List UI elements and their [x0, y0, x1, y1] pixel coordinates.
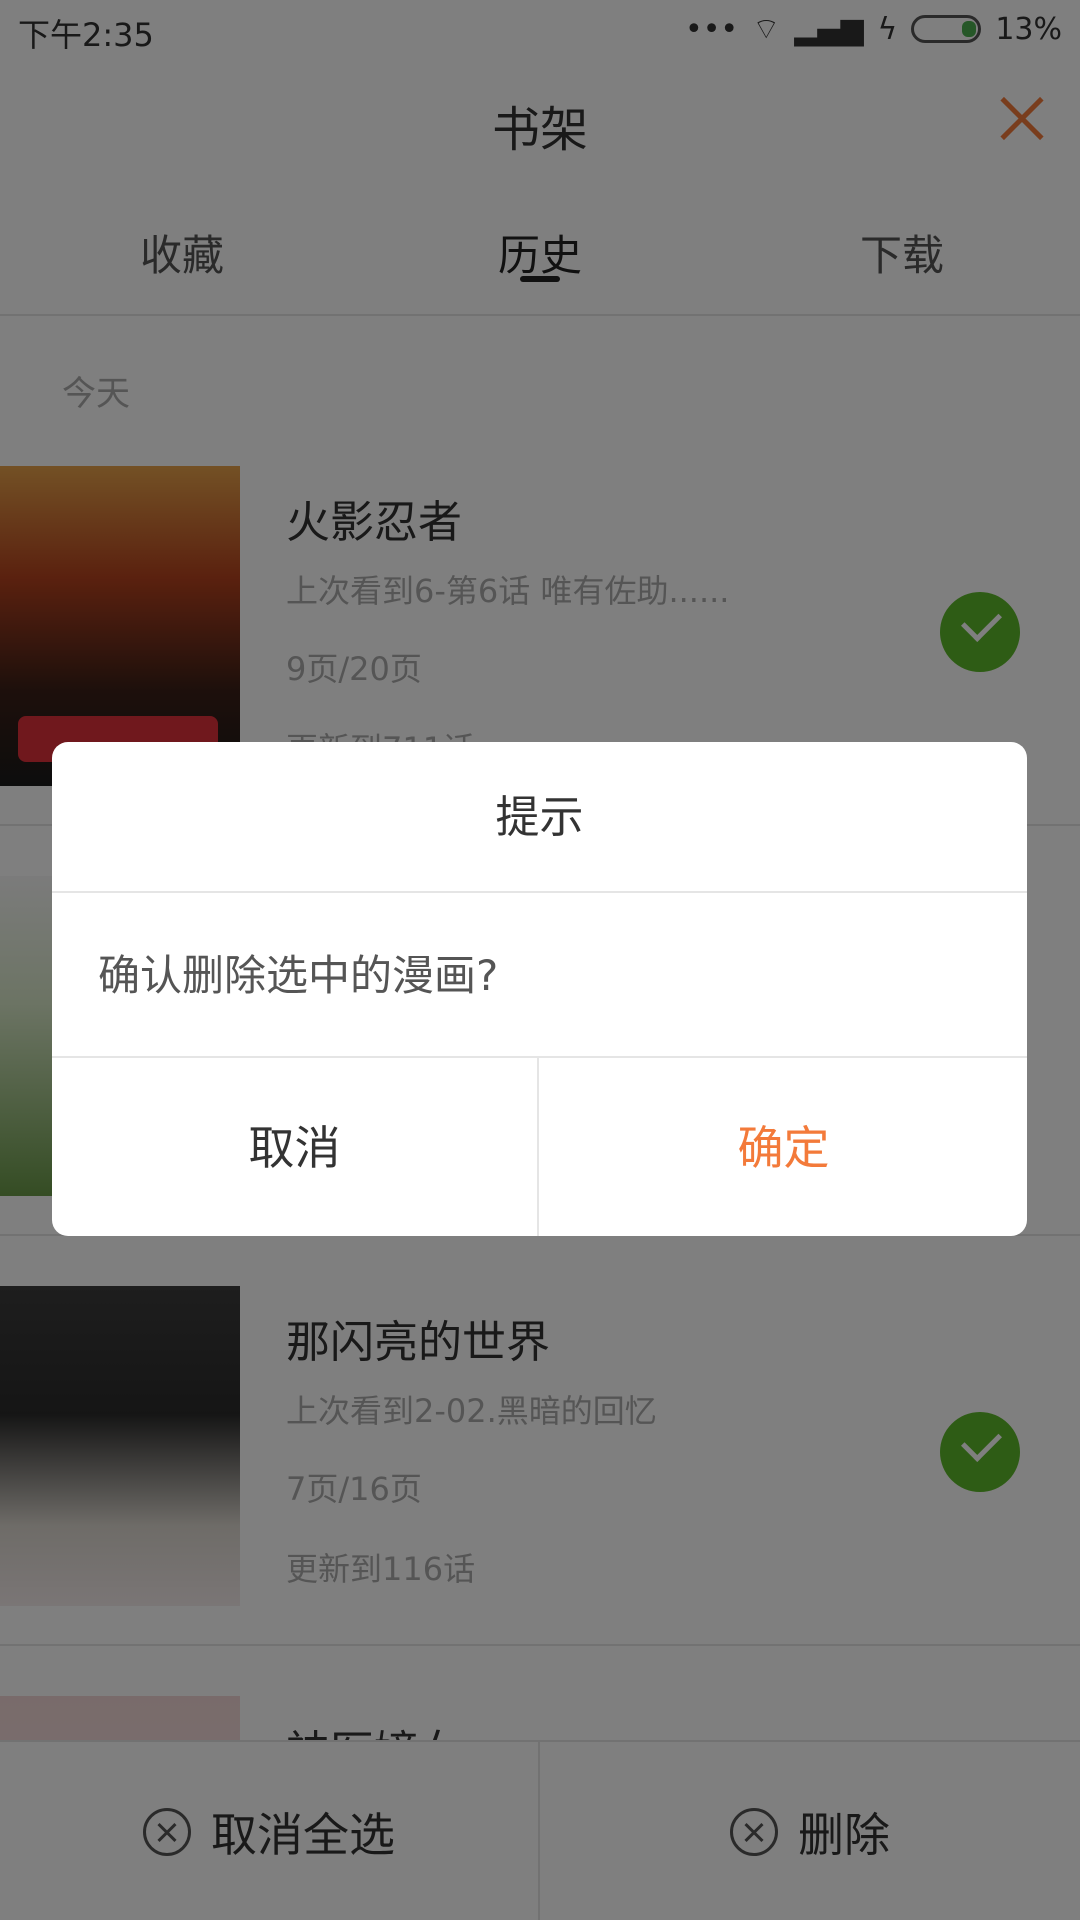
- confirm-dialog: 提示 确认删除选中的漫画? 取消 确定: [52, 742, 1027, 1236]
- dialog-message: 确认删除选中的漫画?: [98, 951, 499, 1000]
- dialog-actions: 取消 确定: [52, 1056, 1027, 1236]
- confirm-button[interactable]: 确定: [540, 1058, 1027, 1236]
- cancel-button[interactable]: 取消: [52, 1058, 539, 1236]
- dialog-title: 提示: [52, 742, 1027, 893]
